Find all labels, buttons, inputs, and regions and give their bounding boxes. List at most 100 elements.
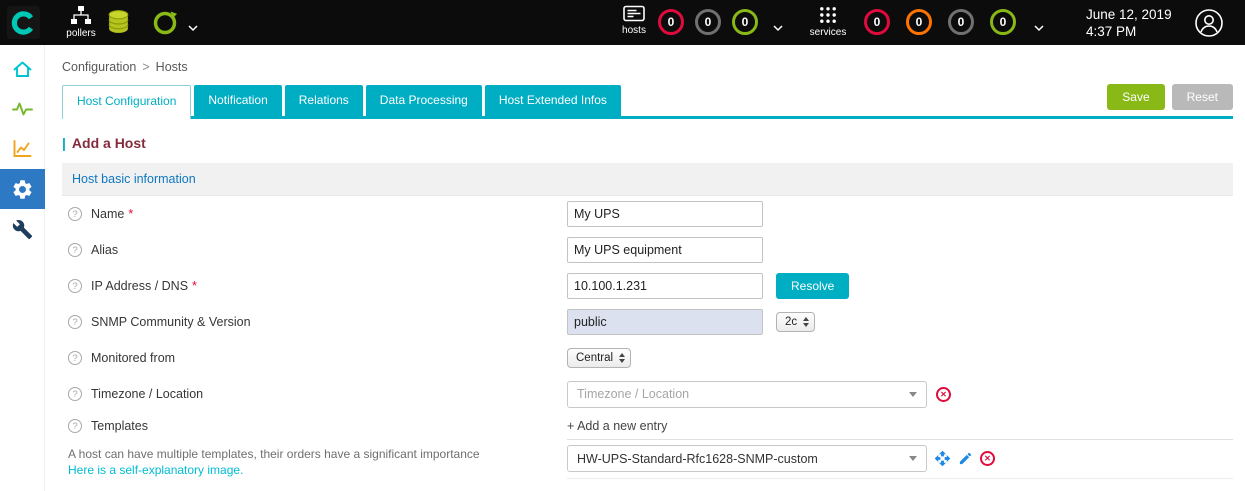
ip-label: IP Address / DNS [91, 279, 188, 293]
form-row-monitored-from: ? Monitored from Central [62, 340, 1233, 376]
user-icon [1194, 8, 1224, 38]
resolve-button[interactable]: Resolve [776, 273, 849, 299]
chevron-down-icon[interactable] [1034, 19, 1044, 37]
title-accent-bar: | [62, 135, 66, 151]
main-menu-sidebar [0, 45, 45, 491]
help-icon[interactable]: ? [68, 279, 82, 293]
sidebar-item-configuration[interactable] [0, 169, 45, 209]
snmp-version-value: 2c [785, 316, 797, 328]
alias-label-cell: ? Alias [62, 243, 567, 257]
edit-template-icon[interactable] [958, 451, 973, 466]
templates-label-cell: ? Templates A host can have multiple tem… [62, 412, 567, 478]
monitored-from-label: Monitored from [91, 351, 175, 365]
dropdown-arrow-icon [909, 392, 917, 397]
tab-host-extended-infos[interactable]: Host Extended Infos [485, 85, 621, 116]
tab-notification[interactable]: Notification [194, 85, 281, 116]
breadcrumb-configuration[interactable]: Configuration [62, 60, 136, 74]
save-button[interactable]: Save [1107, 84, 1164, 110]
chart-icon [11, 138, 34, 160]
template-entry-row: HW-UPS-Standard-Rfc1628-SNMP-custom ✕ [567, 440, 1233, 479]
form-actions: Save Reset [1107, 84, 1233, 110]
current-date: June 12, 2019 [1086, 6, 1172, 23]
help-icon[interactable]: ? [68, 207, 82, 221]
timezone-label-cell: ? Timezone / Location [62, 387, 567, 401]
main-content: Configuration > Hosts Host Configuration N… [45, 45, 1245, 491]
template-select[interactable]: HW-UPS-Standard-Rfc1628-SNMP-custom [567, 445, 927, 472]
user-profile-button[interactable] [1194, 8, 1224, 38]
templates-value-cell: + Add a new entry HW-UPS-Standard-Rfc162… [567, 412, 1233, 479]
help-icon[interactable]: ? [68, 419, 82, 433]
services-warning-badge[interactable]: 0 [906, 9, 932, 35]
gear-icon [11, 178, 34, 201]
delete-template-icon[interactable]: ✕ [980, 451, 995, 466]
centreon-logo[interactable] [7, 6, 40, 39]
name-label-cell: ? Name * [62, 207, 567, 221]
alias-label: Alias [91, 243, 118, 257]
help-icon[interactable]: ? [68, 315, 82, 329]
help-icon[interactable]: ? [68, 351, 82, 365]
form-row-timezone: ? Timezone / Location Timezone / Locatio… [62, 376, 1233, 412]
monitored-from-value: Central [576, 352, 613, 364]
monitored-from-select[interactable]: Central [567, 348, 631, 368]
tab-relations[interactable]: Relations [285, 85, 363, 116]
database-status-icon[interactable] [106, 9, 131, 41]
services-status-badges: 0 0 0 0 [864, 9, 1016, 35]
dropdown-arrow-icon [909, 456, 917, 461]
move-template-icon[interactable] [934, 450, 951, 467]
form-row-name: ? Name * [62, 196, 1233, 232]
hosts-up-badge[interactable]: 0 [732, 9, 758, 35]
breadcrumb: Configuration > Hosts [45, 45, 1245, 74]
chevron-down-icon[interactable] [773, 19, 783, 37]
alias-input[interactable] [567, 237, 763, 263]
sidebar-item-administration[interactable] [0, 209, 45, 249]
clock: June 12, 2019 4:37 PM [1086, 6, 1172, 40]
ip-label-cell: ? IP Address / DNS * [62, 279, 567, 293]
hosts-down-badge[interactable]: 0 [658, 9, 684, 35]
templates-help-link[interactable]: Here is a self-explanatory image. [68, 462, 567, 478]
pollers-menu[interactable]: pollers [63, 5, 99, 39]
services-critical-badge[interactable]: 0 [864, 9, 890, 35]
breadcrumb-separator: > [142, 60, 149, 74]
tab-data-processing[interactable]: Data Processing [366, 85, 482, 116]
tabs: Host Configuration Notification Relation… [62, 85, 621, 116]
breadcrumb-hosts[interactable]: Hosts [156, 60, 188, 74]
snmp-label: SNMP Community & Version [91, 315, 251, 329]
timezone-placeholder: Timezone / Location [577, 387, 689, 401]
hosts-status-badges: 0 0 0 [658, 9, 758, 35]
tab-host-configuration[interactable]: Host Configuration [62, 85, 191, 119]
timezone-label: Timezone / Location [91, 387, 203, 401]
services-icon [818, 5, 838, 25]
sidebar-item-monitoring[interactable] [0, 89, 45, 129]
current-time: 4:37 PM [1086, 23, 1172, 40]
timezone-clear-icon[interactable]: ✕ [936, 387, 951, 402]
required-asterisk: * [128, 207, 133, 221]
add-template-entry-link[interactable]: + Add a new entry [567, 412, 1233, 440]
help-icon[interactable]: ? [68, 387, 82, 401]
select-stepper-icon [803, 317, 809, 327]
required-asterisk: * [192, 279, 197, 293]
form-row-snmp: ? SNMP Community & Version 2c [62, 304, 1233, 340]
templates-label: Templates [91, 419, 148, 433]
timezone-select[interactable]: Timezone / Location [567, 381, 927, 408]
snmp-version-select[interactable]: 2c [776, 312, 815, 332]
template-value: HW-UPS-Standard-Rfc1628-SNMP-custom [577, 452, 818, 466]
sidebar-item-home[interactable] [0, 49, 45, 89]
services-menu[interactable]: services [806, 5, 850, 38]
services-label: services [810, 27, 847, 38]
reset-button[interactable]: Reset [1172, 84, 1233, 110]
ip-input[interactable] [567, 273, 763, 299]
top-header: pollers [0, 0, 1245, 45]
services-unknown-badge[interactable]: 0 [948, 9, 974, 35]
name-input[interactable] [567, 201, 763, 227]
sidebar-item-reporting[interactable] [0, 129, 45, 169]
chevron-down-icon[interactable] [188, 19, 198, 37]
tabs-bar: Host Configuration Notification Relation… [62, 84, 1233, 119]
pollers-icon [70, 5, 92, 26]
form-row-templates: ? Templates A host can have multiple tem… [62, 412, 1233, 491]
hosts-unreachable-badge[interactable]: 0 [695, 9, 721, 35]
platform-status-icon[interactable] [152, 9, 179, 41]
help-icon[interactable]: ? [68, 243, 82, 257]
hosts-menu[interactable]: hosts [616, 5, 652, 36]
snmp-community-input[interactable] [567, 309, 763, 335]
services-ok-badge[interactable]: 0 [990, 9, 1016, 35]
